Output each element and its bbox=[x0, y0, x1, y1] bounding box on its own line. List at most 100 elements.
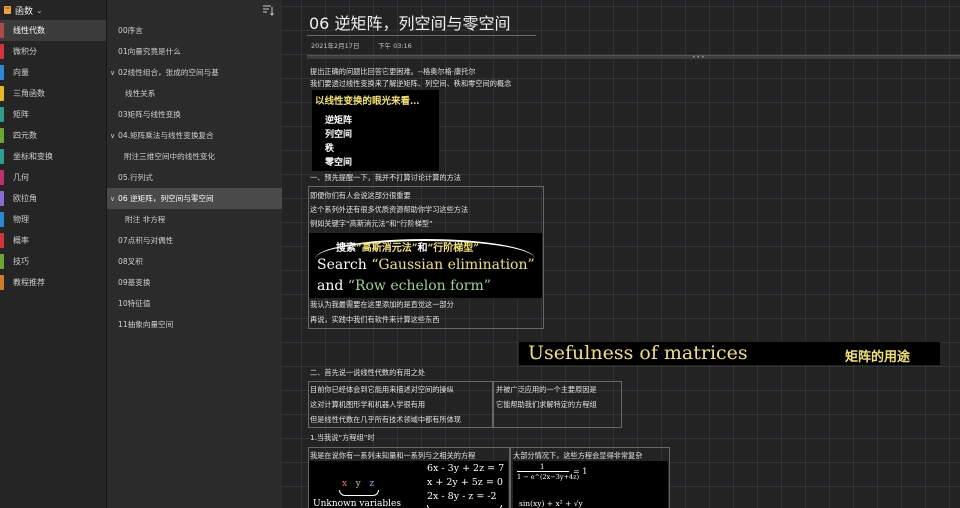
note-line[interactable]: 例如关键字“高斯消元法”和“行阶梯型” bbox=[310, 220, 433, 227]
note-line[interactable]: 再说，实践中我们有软件来计算这些东西 bbox=[310, 316, 439, 323]
section-item[interactable]: 线性代数 bbox=[0, 20, 106, 41]
note-line[interactable]: 我是在说你有一系列未知量和一系列与之相关的方程 bbox=[310, 452, 475, 459]
row-echelon-english: and “Row echelon form” bbox=[317, 278, 491, 294]
note-line[interactable]: 我认为我最需要在这里添加的是直觉这一部分 bbox=[310, 301, 454, 308]
section-color-tab bbox=[0, 191, 4, 206]
note-reminder[interactable]: 一、预先提醒一下，我并不打算讨论计算的方法 bbox=[310, 174, 461, 181]
section-item[interactable]: 物理 bbox=[0, 209, 106, 230]
note-canvas[interactable]: 06 逆矩阵，列空间与零空间 2021年2月17日 下午 03:16 ••• 提… bbox=[282, 0, 960, 508]
section-item[interactable]: 几何 bbox=[0, 167, 106, 188]
expand-caret-icon[interactable]: ∨ bbox=[110, 195, 118, 203]
note-line[interactable]: 并被广泛应用的一个主要原因是 bbox=[496, 386, 597, 393]
page-label: 09基变换 bbox=[118, 278, 151, 287]
section-color-tab bbox=[0, 233, 4, 248]
page-label: 07点积与对偶性 bbox=[118, 236, 174, 245]
page-label: 01向量究竟是什么 bbox=[118, 47, 181, 56]
note-container-handle[interactable]: ••• bbox=[307, 54, 960, 61]
note-heading-usefulness[interactable]: 二、首先说一说线性代数的有用之处 bbox=[310, 369, 425, 376]
page-label: 06 逆矩阵，列空间与零空间 bbox=[118, 194, 214, 203]
section-label: 线性代数 bbox=[13, 26, 45, 35]
page-item[interactable]: 05.行列式 bbox=[107, 167, 282, 188]
search-chinese: 搜索“高斯消元法”和“行阶梯型” bbox=[336, 243, 480, 254]
section-item[interactable]: 向量 bbox=[0, 62, 106, 83]
equation-system-image[interactable]: 6x - 3y + 2z = 7 x + 2y + 5z = 0 2x - 8y… bbox=[309, 461, 508, 508]
section-item[interactable]: 坐标和变换 bbox=[0, 146, 106, 167]
notebook-switcher[interactable]: 函数 ⌄ bbox=[0, 0, 106, 20]
note-line[interactable]: 它能帮助我们求解特定的方程组 bbox=[496, 401, 597, 408]
note-line[interactable]: 目前你已经体会到它能用来描述对空间的操纵 bbox=[310, 386, 454, 393]
page-item[interactable]: 00序言 bbox=[107, 20, 282, 41]
equation-line: 6x - 3y + 2z = 7 bbox=[427, 463, 505, 474]
section-label: 概率 bbox=[13, 236, 29, 245]
expand-caret-icon[interactable]: ∨ bbox=[110, 132, 118, 140]
note-line[interactable]: 这对计算机图形学和机器人学很有用 bbox=[310, 401, 425, 408]
section-color-tab bbox=[0, 65, 4, 80]
section-item[interactable]: 三角函数 bbox=[0, 83, 106, 104]
page-label: 11抽象向量空间 bbox=[118, 320, 174, 329]
section-item[interactable]: 四元数 bbox=[0, 125, 106, 146]
equation-rhs: = 1 bbox=[573, 467, 588, 476]
intro-quote[interactable]: 提出正确的问题比回答它更困难。--格奥尔格·康托尔 bbox=[310, 68, 476, 75]
page-item[interactable]: 10特征值 bbox=[107, 293, 282, 314]
page-label: 00序言 bbox=[118, 26, 143, 35]
section-label: 物理 bbox=[13, 215, 29, 224]
section-label: 欧拉角 bbox=[13, 194, 37, 203]
page-item[interactable]: 附注三维空间中的线性变化 bbox=[107, 146, 282, 167]
section-color-tab bbox=[0, 86, 4, 101]
page-item[interactable]: 01向量究竟是什么 bbox=[107, 41, 282, 62]
transform-item: 逆矩阵 bbox=[325, 116, 353, 126]
page-item[interactable]: ∨ 06 逆矩阵，列空间与零空间 bbox=[107, 188, 282, 209]
page-label: 02线性组合，张成的空间与基 bbox=[118, 68, 219, 77]
page-item[interactable]: 03矩阵与线性变换 bbox=[107, 104, 282, 125]
expand-caret-icon[interactable]: ∨ bbox=[110, 69, 118, 77]
section-item[interactable]: 矩阵 bbox=[0, 104, 106, 125]
intro-concepts[interactable]: 我们要透过线性变换来了解逆矩阵、列空间、秩和零空间的概念 bbox=[310, 80, 511, 87]
equation-line: x + 2y + 5z = 0 bbox=[427, 477, 503, 488]
transform-item: 零空间 bbox=[325, 158, 353, 168]
fraction-denominator: 1 − e^(2x−3y+4z) bbox=[517, 473, 580, 481]
page-item[interactable]: 08叉积 bbox=[107, 251, 282, 272]
section-pane: 函数 ⌄ 线性代数微积分向量三角函数矩阵 四元数 坐标和变换 几何欧拉角物理概率技巧教… bbox=[0, 0, 107, 508]
section-item[interactable]: 教程推荐 bbox=[0, 272, 106, 293]
page-item[interactable]: ∨ 04.矩阵乘法与线性变换复合 bbox=[107, 125, 282, 146]
page-label: 03矩阵与线性变换 bbox=[118, 110, 181, 119]
page-item[interactable]: ∨ 02线性组合，张成的空间与基 bbox=[107, 62, 282, 83]
fraction-numerator: 1 bbox=[540, 463, 545, 471]
page-item[interactable]: 线性关系 bbox=[107, 83, 282, 104]
page-pane: 00序言 01向量究竟是什么 ∨ 02线性组合，张成的空间与基 线性关系 03矩阵与线性变… bbox=[107, 0, 282, 508]
note-line[interactable]: 即便你们有人会说这部分很重要 bbox=[310, 192, 411, 199]
page-item[interactable]: 09基变换 bbox=[107, 272, 282, 293]
page-label: 04.矩阵乘法与线性变换复合 bbox=[118, 131, 214, 140]
section-item[interactable]: 技巧 bbox=[0, 251, 106, 272]
section-item[interactable]: 概率 bbox=[0, 230, 106, 251]
page-label: 08叉积 bbox=[118, 257, 143, 266]
section-color-tab bbox=[0, 128, 4, 143]
fraction-bar bbox=[517, 471, 569, 472]
section-label: 三角函数 bbox=[13, 89, 45, 98]
section-item[interactable]: 欧拉角 bbox=[0, 188, 106, 209]
section-color-tab bbox=[0, 107, 4, 122]
section-label: 微积分 bbox=[13, 47, 37, 56]
usefulness-banner-image[interactable]: Usefulness of matrices 矩阵的用途 bbox=[519, 342, 940, 365]
note-line[interactable]: 这个系列外还有很多优质资源帮助你学习这些方法 bbox=[310, 206, 468, 213]
notebook-name: 函数 bbox=[15, 6, 34, 17]
page-title[interactable]: 06 逆矩阵，列空间与零空间 bbox=[309, 10, 510, 34]
note-line[interactable]: 大部分情况下，这些方程会显得非常复杂 bbox=[513, 452, 642, 459]
title-underline bbox=[307, 35, 536, 36]
trig-formula: sin(xy) + x² + √y bbox=[519, 499, 583, 508]
page-item[interactable]: 07点积与对偶性 bbox=[107, 230, 282, 251]
complex-equation-image[interactable]: 1 1 − e^(2x−3y+4z) = 1 sin(xy) + x² + √y bbox=[513, 461, 668, 508]
section-color-tab bbox=[0, 23, 4, 38]
linear-transform-image[interactable]: 以线性变换的眼光来看… 逆矩阵 列空间 秩 零空间 bbox=[312, 90, 439, 171]
usefulness-chinese: 矩阵的用途 bbox=[845, 350, 911, 365]
page-item[interactable]: 附注 非方程 bbox=[107, 209, 282, 230]
section-color-tab bbox=[0, 170, 4, 185]
section-item[interactable]: 微积分 bbox=[0, 41, 106, 62]
section-list: 线性代数微积分向量三角函数矩阵 四元数 坐标和变换 几何欧拉角物理概率技巧 教程推荐 bbox=[0, 20, 106, 293]
note-line[interactable]: 但是线性代数在几乎所有技术领域中都有所体现 bbox=[310, 416, 461, 423]
page-item[interactable]: 11抽象向量空间 bbox=[107, 314, 282, 335]
sort-icon[interactable] bbox=[262, 4, 274, 16]
drag-handle-icon[interactable]: ••• bbox=[692, 54, 706, 61]
gaussian-elimination-image[interactable]: 搜索“高斯消元法”和“行阶梯型” Search “Gaussian elimin… bbox=[309, 233, 542, 298]
note-heading-equations[interactable]: 1.当我说“方程组”时 bbox=[310, 434, 375, 441]
